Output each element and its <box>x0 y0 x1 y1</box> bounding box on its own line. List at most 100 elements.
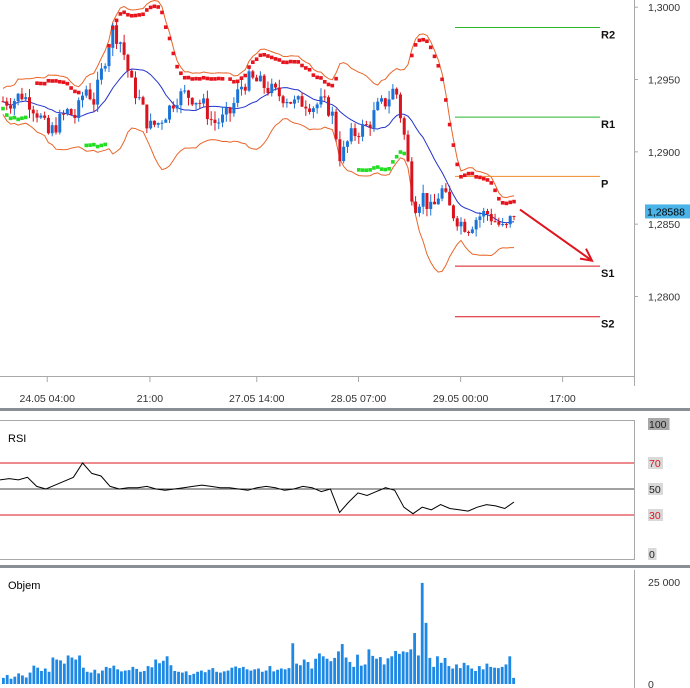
sar-dot <box>493 188 497 193</box>
sar-dot <box>489 181 494 185</box>
sar-dot <box>470 171 475 176</box>
sar-dot <box>228 77 232 81</box>
sar-dot <box>391 160 395 164</box>
sar-dot <box>288 59 293 64</box>
volume-bar <box>249 670 253 684</box>
rsi-tick-label: 100 <box>649 419 667 431</box>
candle-down <box>133 77 137 99</box>
volume-bar <box>238 668 241 684</box>
candle-up <box>482 210 486 217</box>
sar-dot <box>296 60 301 64</box>
volume-bar <box>85 671 89 684</box>
candle-down <box>383 98 387 107</box>
sar-dot <box>512 199 516 204</box>
sar-dot <box>160 10 164 15</box>
candle-down <box>46 117 50 134</box>
price-plot-area[interactable] <box>0 0 634 376</box>
volume-panel[interactable]: Objem 25 000 0 <box>2 570 680 688</box>
volume-bar <box>184 671 188 684</box>
candle-down <box>338 139 342 162</box>
price-tick-label: 1,2850 <box>648 219 680 231</box>
sar-dot <box>462 173 467 178</box>
sar-dot <box>145 8 149 12</box>
volume-bar <box>169 665 173 684</box>
sar-dot <box>304 66 308 70</box>
candle-down <box>130 70 134 78</box>
volume-bar <box>390 656 394 684</box>
volume-bar <box>500 666 504 684</box>
time-tick-label: 17:00 <box>549 393 575 405</box>
volume-bar <box>36 667 40 684</box>
candle-up <box>478 216 482 220</box>
volume-bar <box>348 661 352 684</box>
volume-bars <box>2 582 515 684</box>
price-panel[interactable]: R2 R1 P S1 S2 1,3000 1,2950 1,2900 1,2850 1,2800… <box>0 0 690 405</box>
sar-dot <box>485 178 490 182</box>
sar-dot <box>417 38 422 43</box>
candle-down <box>190 97 194 105</box>
sar-dot <box>201 75 206 80</box>
candle-up <box>508 215 512 225</box>
time-tick-label: 27.05 14:00 <box>229 393 285 405</box>
volume-bar <box>310 668 314 684</box>
candle-down <box>504 224 508 226</box>
candle-up <box>179 91 183 106</box>
sar-dot <box>315 75 319 80</box>
sar-dot <box>375 165 380 169</box>
volume-bar <box>226 670 230 684</box>
candle-up <box>387 99 391 107</box>
sar-dot <box>4 113 9 117</box>
volume-bar <box>62 663 66 684</box>
candle-up <box>96 79 100 105</box>
sar-dot <box>179 71 183 76</box>
volume-bar <box>496 668 500 684</box>
sar-dot <box>292 59 297 64</box>
sar-dot <box>107 43 111 48</box>
sar-dot <box>220 76 225 81</box>
sar-dot <box>474 175 478 179</box>
volume-bar <box>173 670 177 684</box>
sar-dot <box>387 166 391 171</box>
candle-up <box>417 206 421 213</box>
candle-down <box>266 87 270 94</box>
volume-bar <box>154 659 158 684</box>
volume-bar <box>59 660 62 684</box>
volume-bar <box>158 663 161 684</box>
rsi-line <box>0 462 515 515</box>
sar-dot <box>273 57 278 61</box>
price-y-ticks: 1,3000 1,2950 1,2900 1,2850 1,2800 <box>634 2 680 303</box>
volume-bar <box>489 666 493 684</box>
candle-down <box>512 215 516 217</box>
candle-up <box>311 108 315 113</box>
volume-bar <box>318 653 321 684</box>
sar-dot <box>243 73 248 78</box>
sar-dot <box>466 171 471 176</box>
candle-down <box>467 231 471 234</box>
candle-up <box>156 123 160 125</box>
candle-down <box>198 102 202 104</box>
candle-down <box>398 94 402 119</box>
candle-up <box>474 219 478 230</box>
sar-dot <box>251 60 255 64</box>
candle-up <box>16 93 20 102</box>
panel-separator-2[interactable] <box>0 565 690 568</box>
volume-bar <box>188 675 192 684</box>
sar-dot <box>330 83 335 88</box>
candle-up <box>202 98 206 104</box>
sar-dot <box>364 168 369 172</box>
volume-bar <box>253 669 257 684</box>
sar-dot <box>57 79 62 84</box>
rsi-panel[interactable]: RSI 100 70 50 30 0 <box>0 418 670 561</box>
volume-bar <box>439 662 443 684</box>
volume-bar <box>70 657 74 684</box>
candle-up <box>429 201 433 209</box>
volume-bar <box>428 657 432 684</box>
candle-up <box>77 100 81 118</box>
sar-dot <box>194 76 198 81</box>
candle-up <box>118 42 122 44</box>
panel-separator[interactable] <box>0 408 690 411</box>
candle-down <box>327 97 331 116</box>
volume-bar <box>314 658 318 684</box>
sar-dot <box>152 4 157 9</box>
candle-down <box>209 119 213 121</box>
